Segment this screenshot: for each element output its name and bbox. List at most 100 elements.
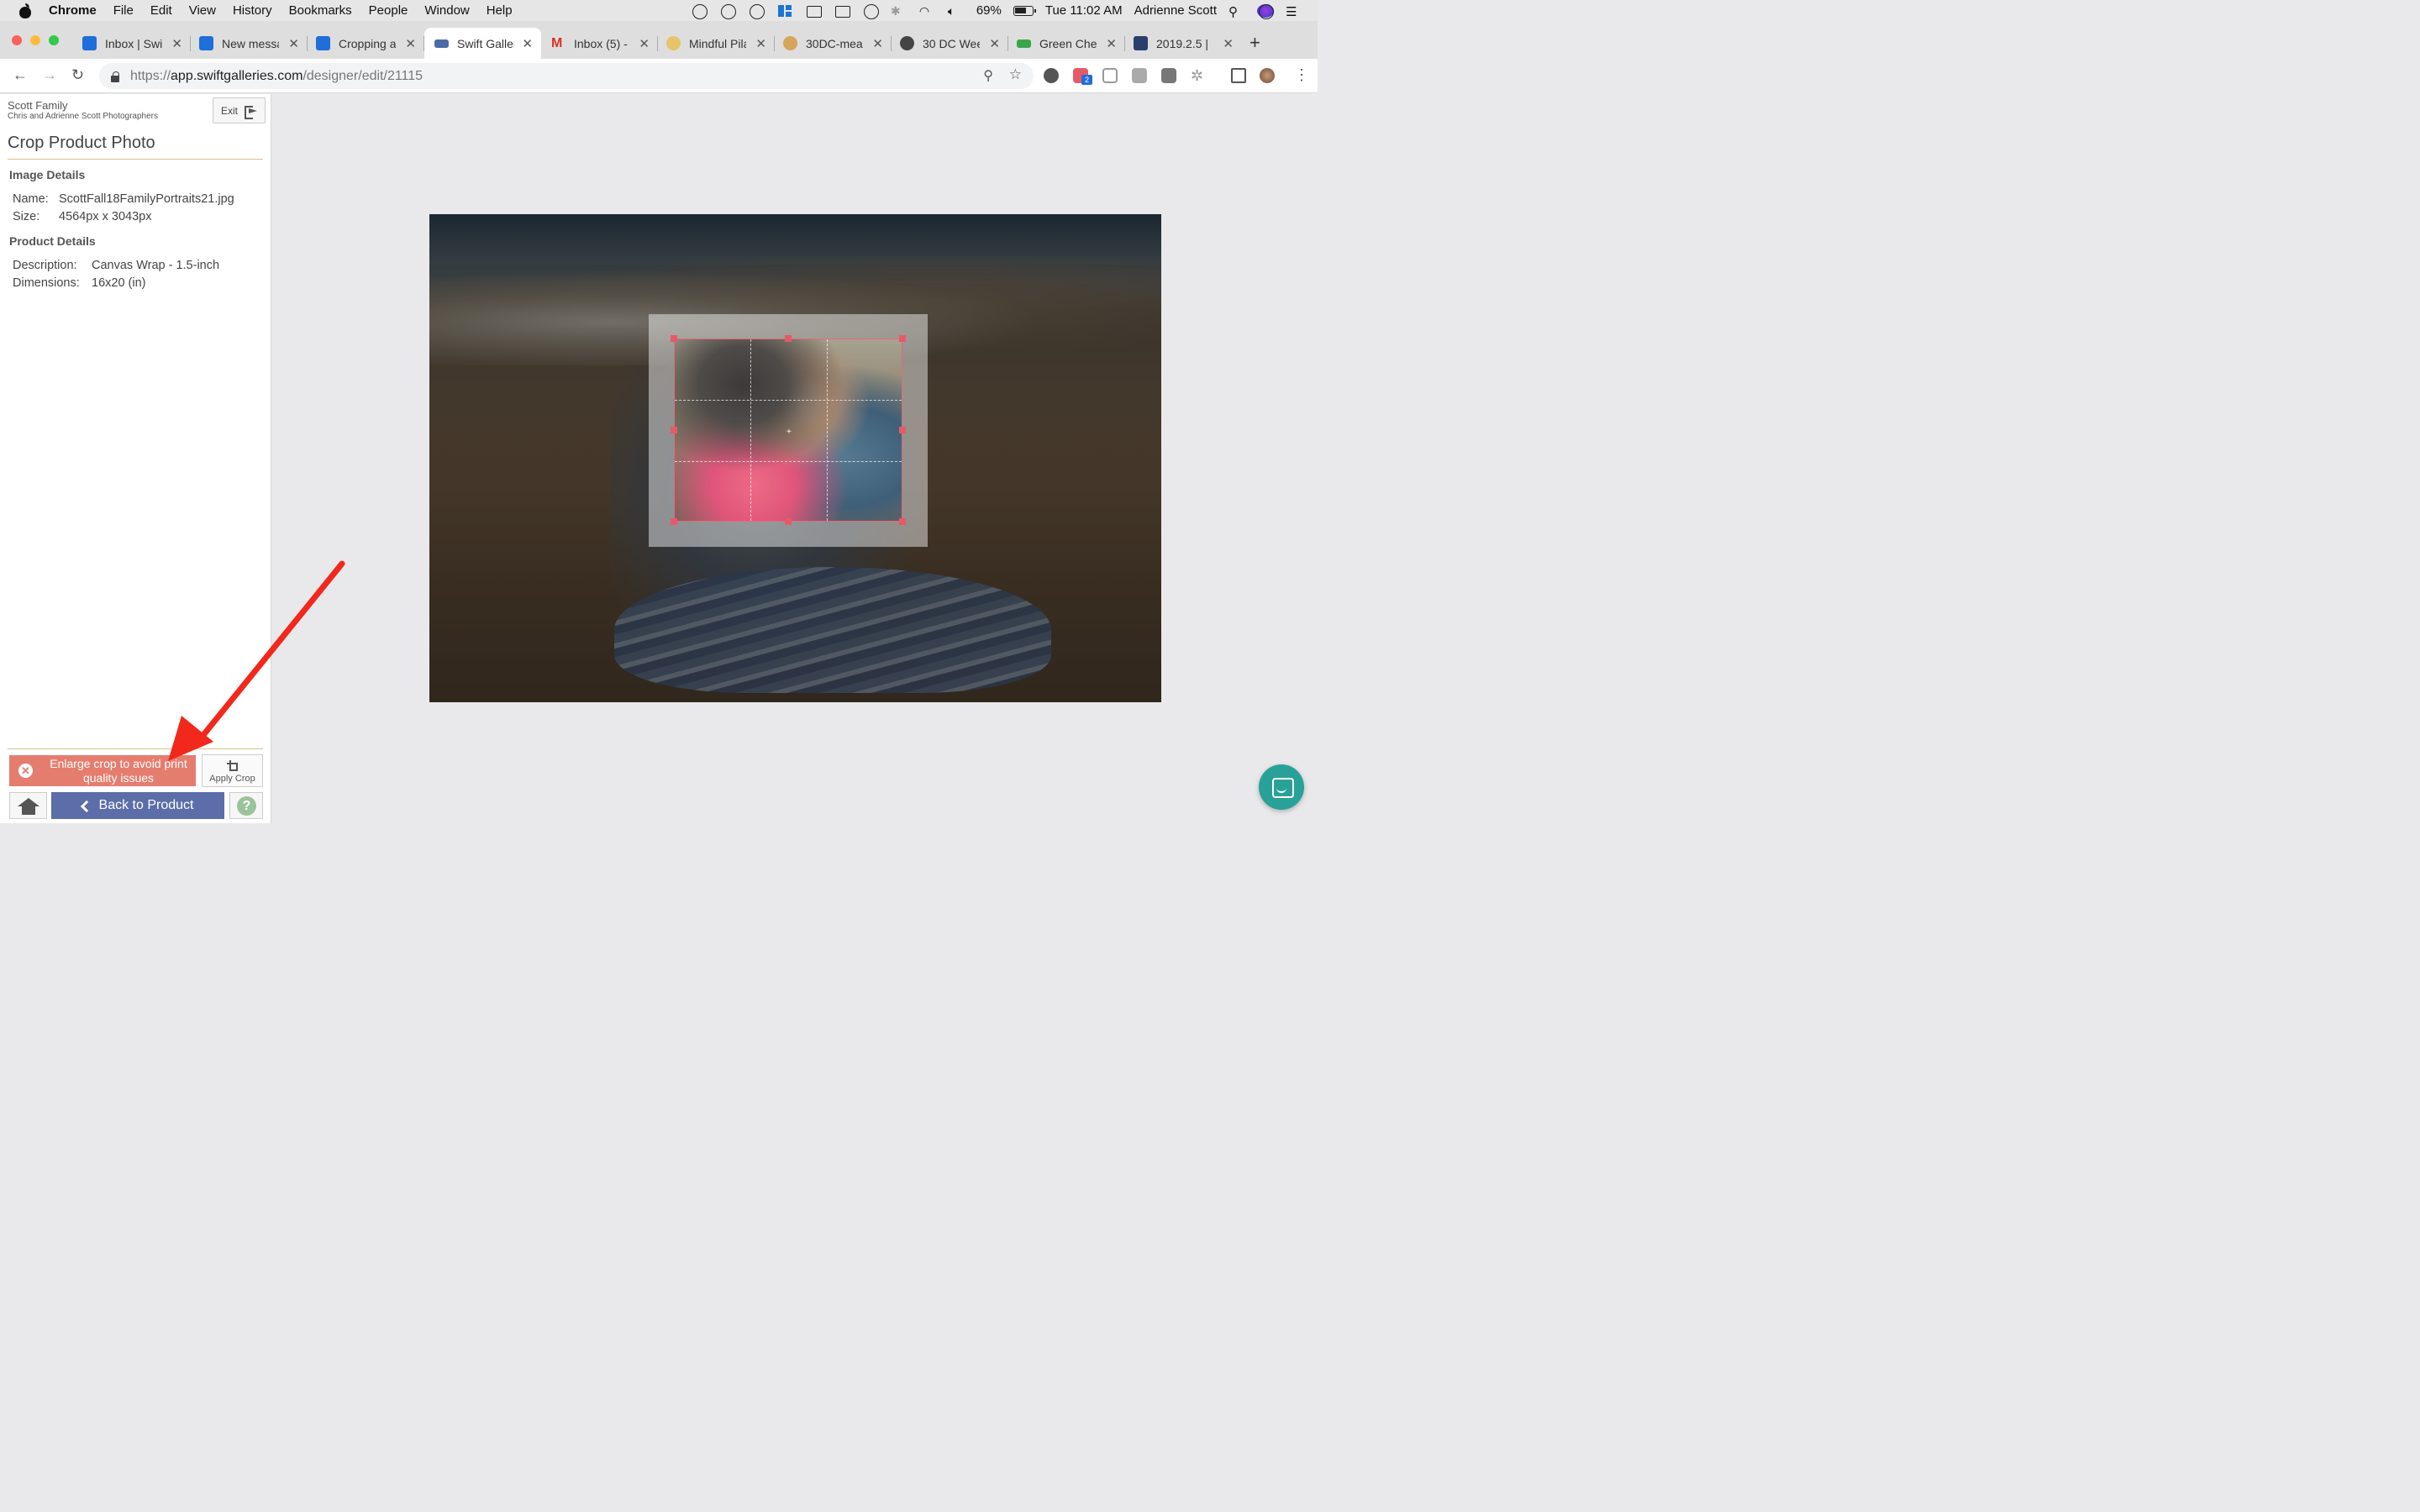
- pinterest-extension-icon[interactable]: [1044, 68, 1059, 83]
- spotlight-search-icon[interactable]: ⚲: [1228, 4, 1245, 19]
- zoom-magnifier-icon[interactable]: ⚲: [983, 67, 993, 84]
- apply-crop-button[interactable]: Apply Crop: [202, 754, 263, 787]
- crop-handle-top-left[interactable]: [671, 335, 677, 342]
- product-description-value: Canvas Wrap - 1.5-inch: [92, 259, 220, 272]
- swift-galleries-icon: [434, 39, 449, 48]
- profile-avatar[interactable]: [1260, 68, 1275, 83]
- airplay-icon[interactable]: [834, 4, 850, 18]
- r-extension-icon[interactable]: [1132, 68, 1147, 83]
- tab-inbox-swift[interactable]: Inbox | Swi ✕: [74, 28, 191, 59]
- menu-edit[interactable]: Edit: [150, 3, 172, 18]
- menubar-clock[interactable]: Tue 11:02 AM: [1045, 3, 1123, 18]
- tab-mindful-pilates[interactable]: Mindful Pila ✕: [658, 28, 775, 59]
- browser-toolbar: ← → ↻ https://app.swiftgalleries.com/des…: [0, 59, 1318, 93]
- w-extension-icon[interactable]: [1161, 68, 1176, 83]
- back-arrow-icon[interactable]: ←: [13, 66, 28, 84]
- home-button[interactable]: [9, 792, 47, 819]
- tab-close-icon[interactable]: ✕: [989, 36, 1000, 51]
- menu-app-name[interactable]: Chrome: [49, 3, 97, 18]
- menu-file[interactable]: File: [113, 3, 134, 18]
- tab-close-icon[interactable]: ✕: [1106, 36, 1117, 51]
- crop-icon: [226, 760, 239, 772]
- crop-handle-right[interactable]: [899, 427, 906, 433]
- back-to-product-button[interactable]: Back to Product: [51, 792, 224, 819]
- tab-cropping[interactable]: Cropping a ✕: [308, 28, 424, 59]
- new-tab-button[interactable]: +: [1249, 32, 1260, 54]
- crop-selection-box[interactable]: +: [674, 339, 902, 522]
- volume-icon[interactable]: 🔈︎: [948, 4, 965, 18]
- trello-tray-icon[interactable]: [776, 4, 793, 18]
- extension-with-badge-icon[interactable]: 2: [1073, 68, 1092, 85]
- tab-close-icon[interactable]: ✕: [639, 36, 650, 51]
- menu-view[interactable]: View: [189, 3, 216, 18]
- menu-bookmarks[interactable]: Bookmarks: [289, 3, 352, 18]
- siri-icon[interactable]: [1257, 3, 1274, 19]
- creative-cloud-icon[interactable]: [748, 3, 765, 19]
- crop-sidebar: Scott Family Chris and Adrienne Scott Ph…: [0, 94, 271, 823]
- footer-divider: [8, 748, 263, 749]
- tab-swift-galleries[interactable]: Swift Galler ✕: [424, 28, 541, 59]
- window-zoom-button[interactable]: [49, 35, 59, 45]
- tab-close-icon[interactable]: ✕: [1223, 36, 1234, 51]
- bookmark-star-icon[interactable]: ☆: [1009, 66, 1022, 83]
- crop-center-icon: +: [786, 428, 792, 437]
- notification-center-icon[interactable]: ☰: [1286, 4, 1302, 19]
- url-text[interactable]: https://app.swiftgalleries.com/designer/…: [130, 69, 423, 84]
- crop-handle-left[interactable]: [671, 427, 677, 433]
- time-machine-icon[interactable]: [862, 3, 879, 19]
- asterisk-extension-icon[interactable]: ✲: [1191, 68, 1206, 83]
- tab-close-icon[interactable]: ✕: [171, 36, 182, 51]
- reload-icon[interactable]: ↻: [71, 66, 84, 84]
- video-camera-icon[interactable]: [805, 4, 822, 18]
- bluetooth-icon[interactable]: ✱: [891, 4, 908, 18]
- crop-quality-warning: ✕ Enlarge crop to avoid print quality is…: [9, 755, 196, 786]
- paper-plane-icon[interactable]: [691, 3, 708, 19]
- wifi-icon[interactable]: ◠: [919, 4, 936, 18]
- chat-support-icon[interactable]: [1259, 764, 1304, 810]
- battery-percent: 69%: [976, 3, 1002, 18]
- tab-close-icon[interactable]: ✕: [872, 36, 883, 51]
- menu-window[interactable]: Window: [424, 3, 469, 18]
- shield-extension-icon[interactable]: [1102, 68, 1118, 83]
- help-button[interactable]: ?: [229, 792, 263, 819]
- crop-handle-bottom-right[interactable]: [899, 518, 906, 525]
- menu-history[interactable]: History: [233, 3, 272, 18]
- exit-button[interactable]: Exit: [213, 97, 266, 123]
- tab-gmail-inbox[interactable]: M Inbox (5) - ✕: [541, 28, 658, 59]
- tab-green-chef[interactable]: Green Che ✕: [1008, 28, 1125, 59]
- browser-tab-strip: Inbox | Swi ✕ New messa ✕ Cropping a ✕ S…: [0, 21, 1318, 59]
- tab-30dc-week[interactable]: 30 DC Wee ✕: [892, 28, 1008, 59]
- crop-handle-bottom-left[interactable]: [671, 518, 677, 525]
- address-bar[interactable]: https://app.swiftgalleries.com/designer/…: [99, 63, 1034, 89]
- menu-people[interactable]: People: [369, 3, 408, 18]
- menubar-user[interactable]: Adrienne Scott: [1134, 3, 1217, 18]
- crop-handle-top-right[interactable]: [899, 335, 906, 342]
- lock-icon[interactable]: [111, 71, 119, 82]
- window-minimize-button[interactable]: [30, 35, 40, 45]
- menu-help[interactable]: Help: [487, 3, 513, 18]
- window-close-button[interactable]: [12, 35, 22, 45]
- browser-menu-icon[interactable]: ⋮: [1294, 66, 1309, 84]
- crop-handle-bottom[interactable]: [785, 518, 792, 525]
- intercom-icon: [199, 36, 213, 50]
- apple-icon[interactable]: [18, 3, 32, 18]
- tab-trello-board[interactable]: 2019.2.5 | ✕: [1125, 28, 1242, 59]
- adobe-acrobat-icon[interactable]: [719, 3, 736, 19]
- tab-30dc-meal[interactable]: 30DC-mea ✕: [775, 28, 892, 59]
- image-size-label: Size:: [13, 210, 40, 223]
- cast-icon[interactable]: [1231, 68, 1246, 83]
- tab-new-message[interactable]: New messa ✕: [191, 28, 308, 59]
- studio-subtitle: Chris and Adrienne Scott Photographers: [8, 112, 158, 121]
- tab-close-icon[interactable]: ✕: [288, 36, 299, 51]
- crop-handle-top[interactable]: [785, 335, 792, 342]
- crown-icon: [666, 36, 681, 50]
- product-description-label: Description:: [13, 259, 77, 272]
- calendar-icon: [82, 36, 97, 50]
- tab-close-icon[interactable]: ✕: [522, 36, 533, 51]
- tab-close-icon[interactable]: ✕: [755, 36, 766, 51]
- battery-icon[interactable]: [1013, 5, 1036, 16]
- trello-icon: [1134, 36, 1148, 50]
- forward-arrow-icon[interactable]: →: [42, 66, 57, 84]
- page-title: Crop Product Photo: [8, 134, 155, 152]
- tab-close-icon[interactable]: ✕: [405, 36, 416, 51]
